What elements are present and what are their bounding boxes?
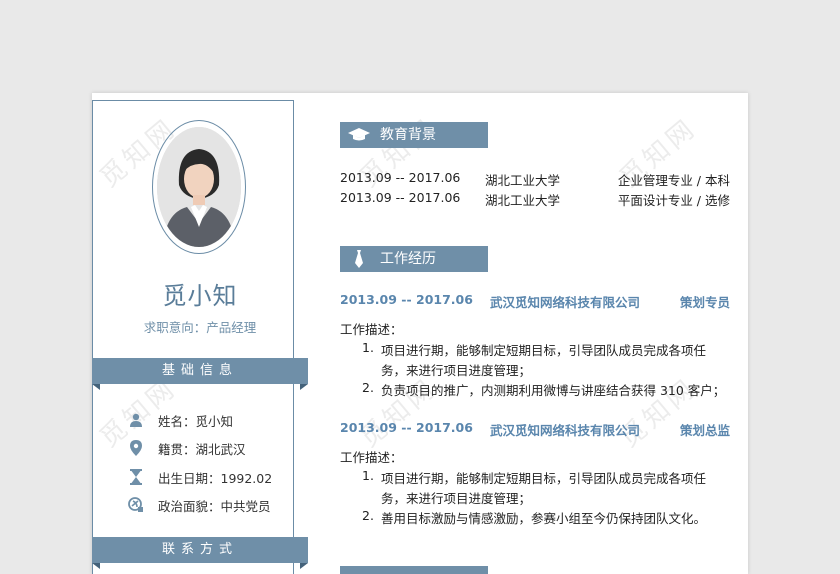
info-row-politics: 政治面貌：中共党员 [128,496,271,514]
job-role: 策划专员 [679,295,730,310]
edu-period: 2013.09 -- 2017.06 [340,170,461,185]
location-pin-icon [128,440,144,456]
edu-school: 湖北工业大学 [485,193,561,208]
candidate-name: 觅小知 [162,282,238,310]
ribbon-fold-left [92,384,100,390]
person-icon [128,412,144,428]
ribbon-fold-right [300,563,308,569]
job-header: 2013.09 -- 2017.06 武汉觅知网络科技有限公司 策划总监 [340,420,730,438]
list-number: 2. [362,380,374,395]
education-header: 教育背景 [340,122,488,148]
info-text: 姓名：觅小知 [158,413,234,429]
job-desc-label: 工作描述： [340,322,403,337]
job-period: 2013.09 -- 2017.06 [340,292,473,307]
list-item-line: 善用目标激励与情感激励，参赛小组至今仍保持团队文化。 [381,511,707,526]
resume-page: 觅知网 觅知网 觅知网 觅知网 觅知网 觅知网 觅小知 求职意向：产品经理 基础… [92,93,748,574]
info-row-hometown: 籍贯：湖北武汉 [128,439,246,457]
work-title: 工作经历 [380,251,436,267]
list-item-line: 务，来进行项目进度管理； [381,363,532,378]
job-desc-label: 工作描述： [340,450,403,465]
edu-period: 2013.09 -- 2017.06 [340,190,461,205]
education-title: 教育背景 [380,127,436,143]
info-text: 出生日期：1992.02 [158,470,273,486]
contact-title: 联系方式 [161,542,238,557]
hourglass-icon [128,469,144,485]
basic-info-header: 基础信息 [92,358,308,390]
info-text: 籍贯：湖北武汉 [158,441,246,457]
ribbon-fold-right [300,384,308,390]
list-item-line: 务，来进行项目进度管理； [381,491,532,506]
education-row: 2013.09 -- 2017.06 湖北工业大学 企业管理专业 / 本科 [340,170,730,188]
job-role: 策划总监 [679,423,730,438]
edu-major: 企业管理专业 / 本科 [617,173,730,188]
job-company: 武汉觅知网络科技有限公司 [490,423,641,438]
list-item-line: 项目进行期，能够制定短期目标，引导团队成员完成各项任 [381,471,707,486]
list-item-line: 项目进行期，能够制定短期目标，引导团队成员完成各项任 [381,343,707,358]
basic-info-title: 基础信息 [161,363,238,378]
party-badge-icon [128,497,144,513]
edu-school: 湖北工业大学 [485,173,561,188]
tie-icon [348,250,370,268]
ribbon-fold-left [92,563,100,569]
education-row: 2013.09 -- 2017.06 湖北工业大学 平面设计专业 / 选修 [340,190,730,208]
list-number: 1. [362,468,374,483]
job-period: 2013.09 -- 2017.06 [340,420,473,435]
work-header: 工作经历 [340,246,488,272]
edu-major: 平面设计专业 / 选修 [617,193,730,208]
job-header: 2013.09 -- 2017.06 武汉觅知网络科技有限公司 策划专员 [340,292,730,310]
avatar [157,127,241,247]
list-number: 1. [362,340,374,355]
contact-header: 联系方式 [92,537,308,569]
job-company: 武汉觅知网络科技有限公司 [490,295,641,310]
job-intent: 求职意向：产品经理 [143,320,257,335]
info-text: 政治面貌：中共党员 [158,498,271,514]
list-item-line: 负责项目的推广，内测期利用微博与讲座结合获得 310 客户； [381,383,726,398]
info-row-birth: 出生日期：1992.02 [128,468,272,486]
graduation-cap-icon [348,128,370,142]
info-row-name: 姓名：觅小知 [128,411,233,429]
list-number: 2. [362,508,374,523]
next-section-header [340,566,488,574]
